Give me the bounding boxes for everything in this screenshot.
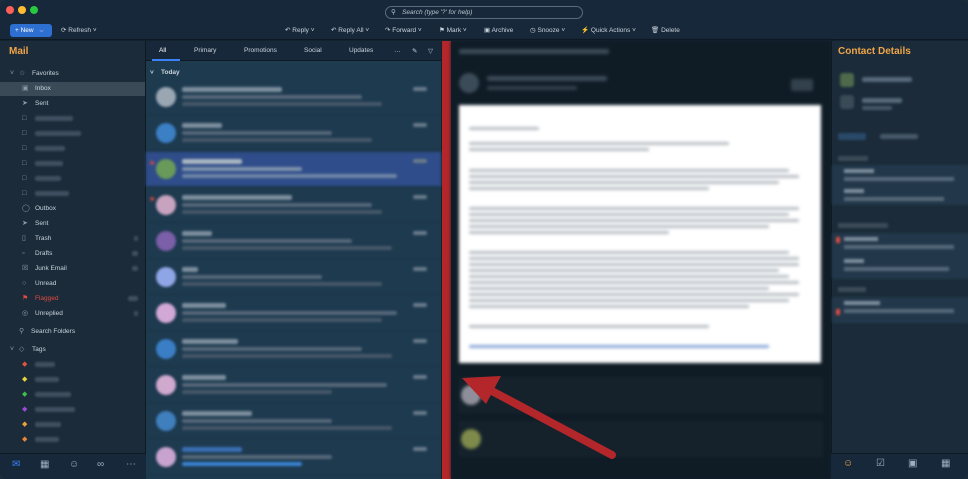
outlook-window: ⚲ Search (type '?' for help) + New ⌵ ⟳ Re… [0,0,968,479]
annotation-arrow [462,376,616,459]
annotation-arrow-shaft [486,386,616,459]
